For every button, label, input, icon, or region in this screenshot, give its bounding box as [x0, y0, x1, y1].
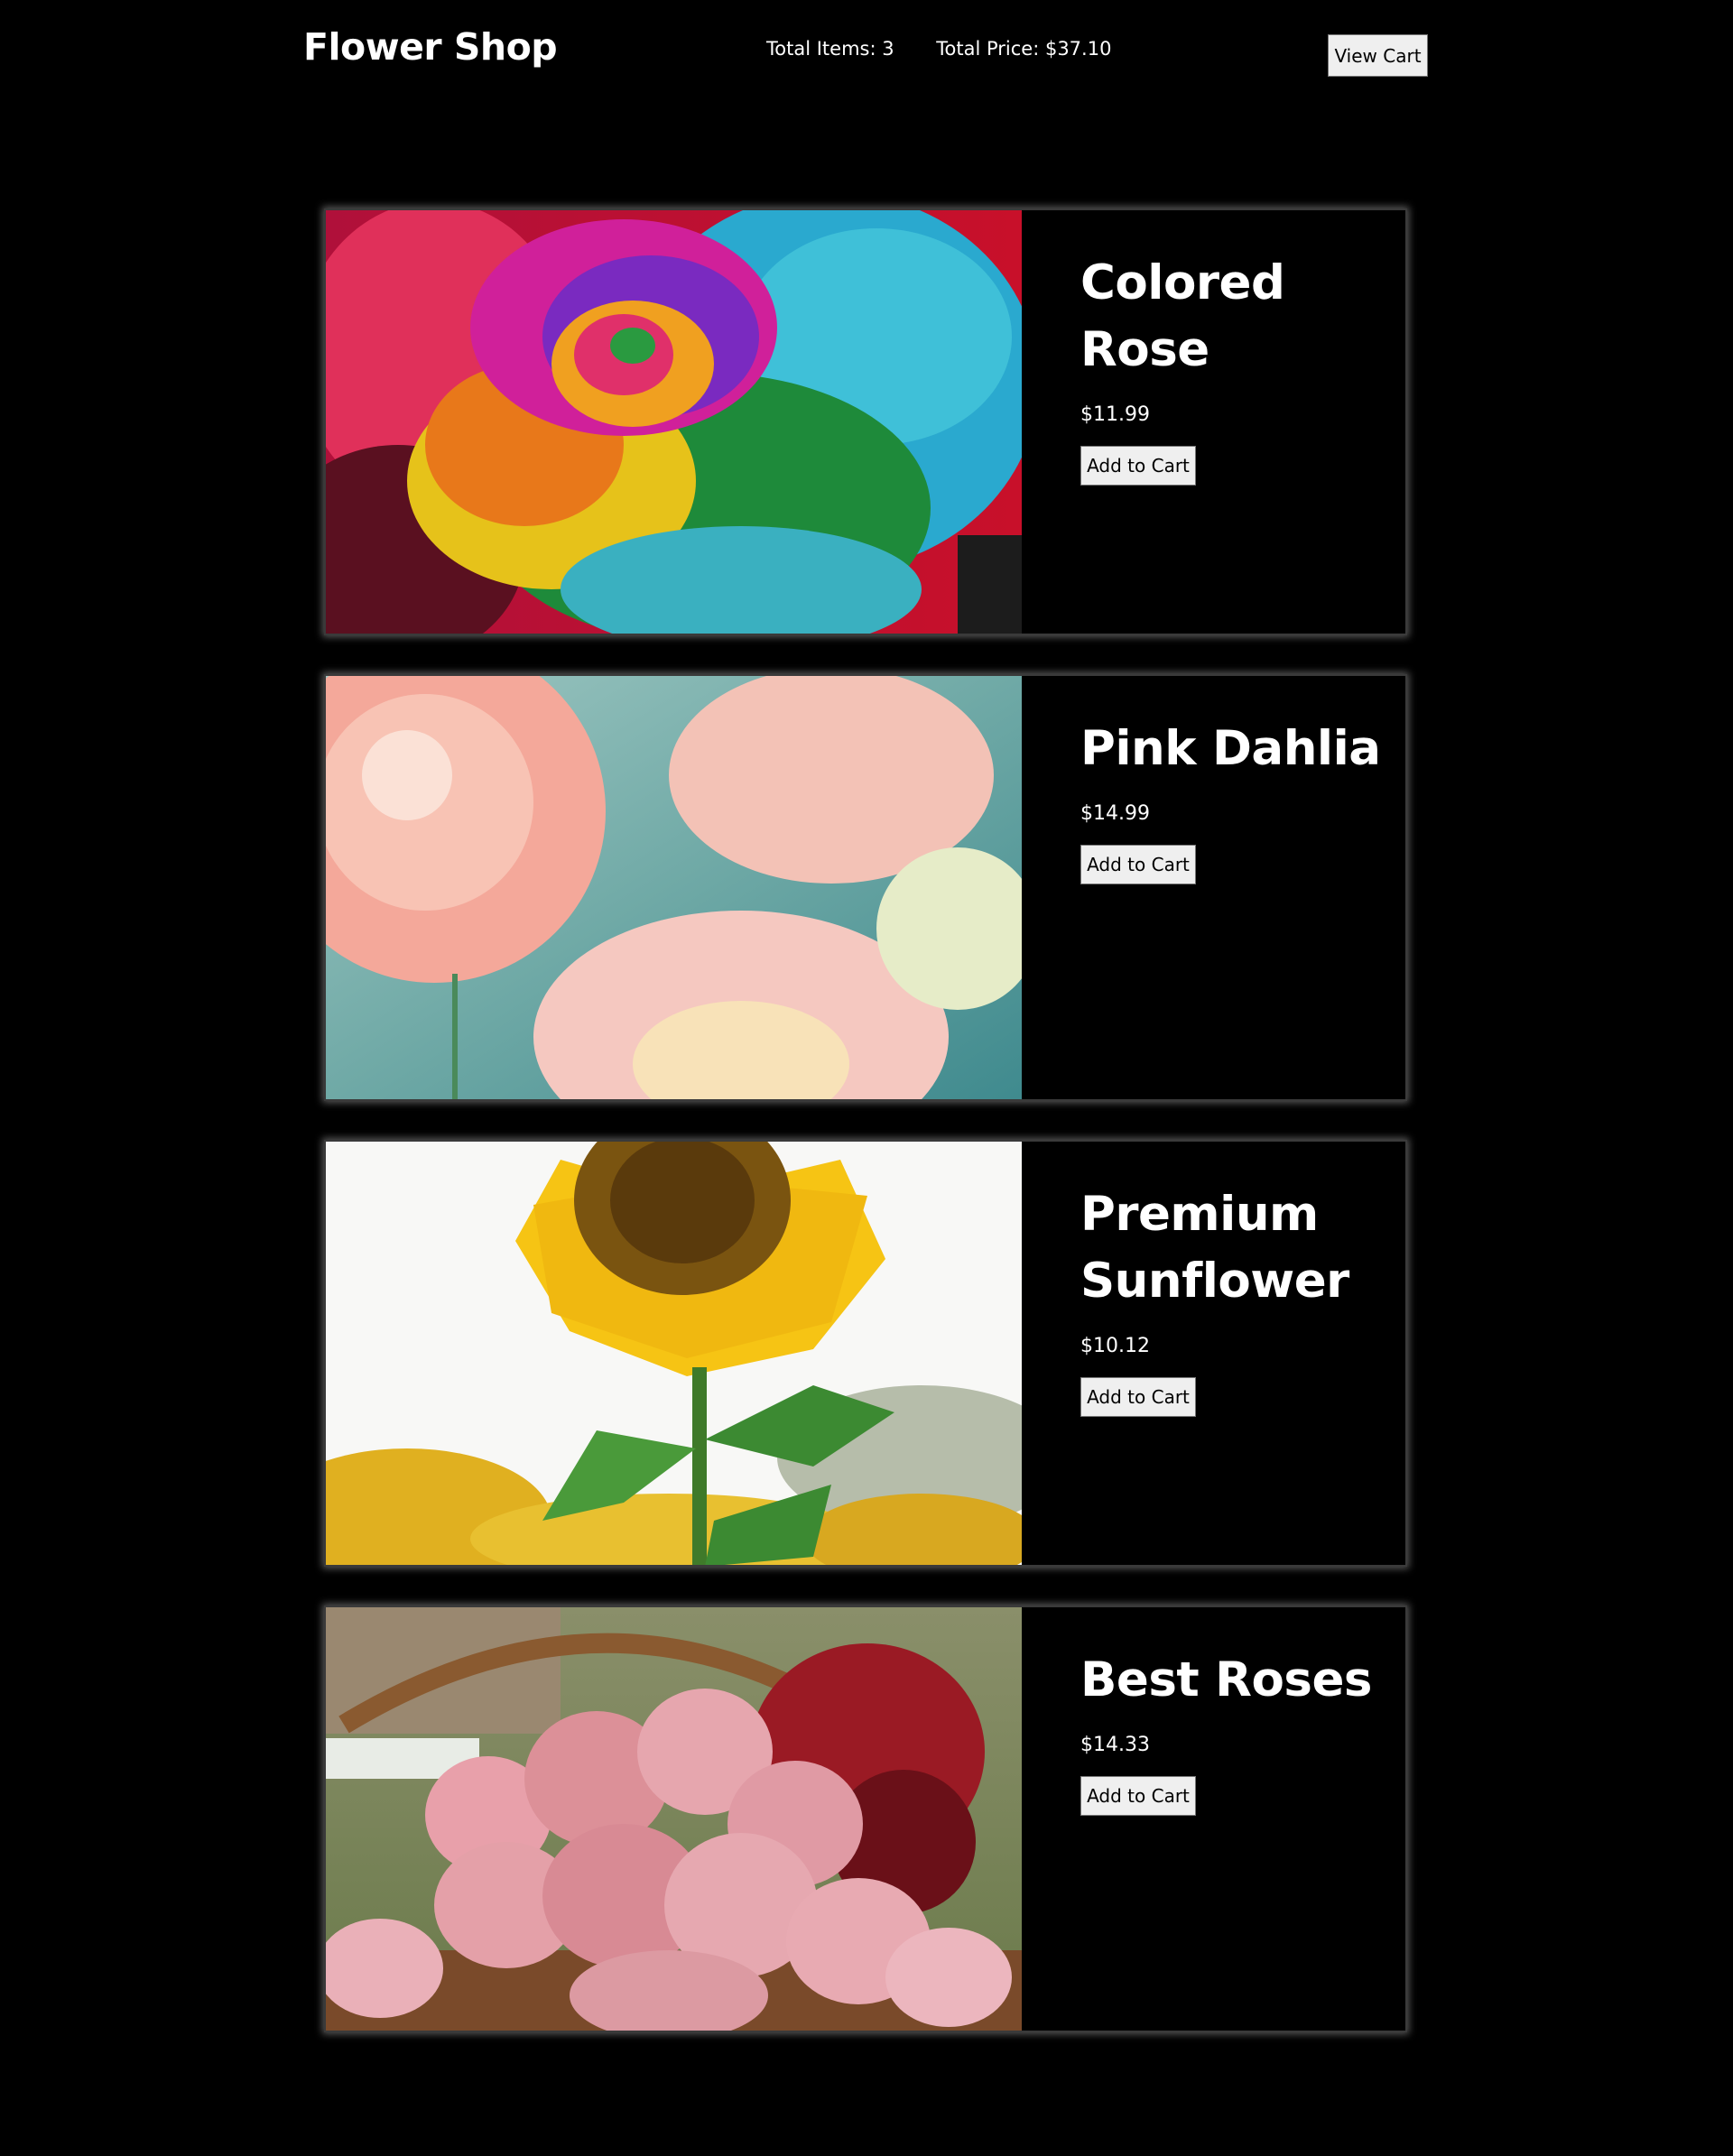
add-to-cart-button[interactable]: Add to Cart [1080, 1776, 1196, 1816]
product-price: $10.12 [1080, 1335, 1150, 1357]
product-card: Pink Dahlia $14.99 Add to Cart [324, 674, 1407, 1101]
product-info: Colored Rose $11.99 Add to Cart [1080, 250, 1387, 486]
add-to-cart-button[interactable]: Add to Cart [1080, 845, 1196, 884]
rose-basket-image [326, 1607, 1022, 2031]
total-price: Total Price: $37.10 [936, 38, 1112, 60]
product-info: Best Roses $14.33 Add to Cart [1080, 1647, 1387, 1816]
product-price: $14.33 [1080, 1734, 1150, 1756]
add-to-cart-button[interactable]: Add to Cart [1080, 446, 1196, 486]
product-price: $14.99 [1080, 802, 1150, 825]
product-name: Premium Sunflower [1080, 1187, 1349, 1309]
product-list: Colored Rose $11.99 Add to Cart Pink Dah… [324, 208, 1407, 2071]
pink-dahlia-image [326, 676, 1022, 1099]
product-card: Premium Sunflower $10.12 Add to Cart [324, 1140, 1407, 1567]
header: Flower Shop Total Items: 3 Total Price: … [0, 0, 1733, 117]
product-name: Pink Dahlia [1080, 721, 1381, 776]
product-name: Best Roses [1080, 1652, 1372, 1707]
product-info: Premium Sunflower $10.12 Add to Cart [1080, 1181, 1387, 1417]
add-to-cart-button[interactable]: Add to Cart [1080, 1377, 1196, 1417]
product-card: Colored Rose $11.99 Add to Cart [324, 208, 1407, 635]
sunflower-image [326, 1142, 1022, 1565]
product-name: Colored Rose [1080, 255, 1285, 377]
total-items: Total Items: 3 [766, 38, 894, 60]
view-cart-button[interactable]: View Cart [1328, 34, 1428, 77]
product-price: $11.99 [1080, 403, 1150, 426]
cart-summary: Total Items: 3 Total Price: $37.10 [766, 38, 1111, 60]
site-title: Flower Shop [303, 25, 558, 69]
product-card: Best Roses $14.33 Add to Cart [324, 1605, 1407, 2032]
rainbow-rose-image [326, 210, 1022, 634]
product-info: Pink Dahlia $14.99 Add to Cart [1080, 716, 1387, 884]
